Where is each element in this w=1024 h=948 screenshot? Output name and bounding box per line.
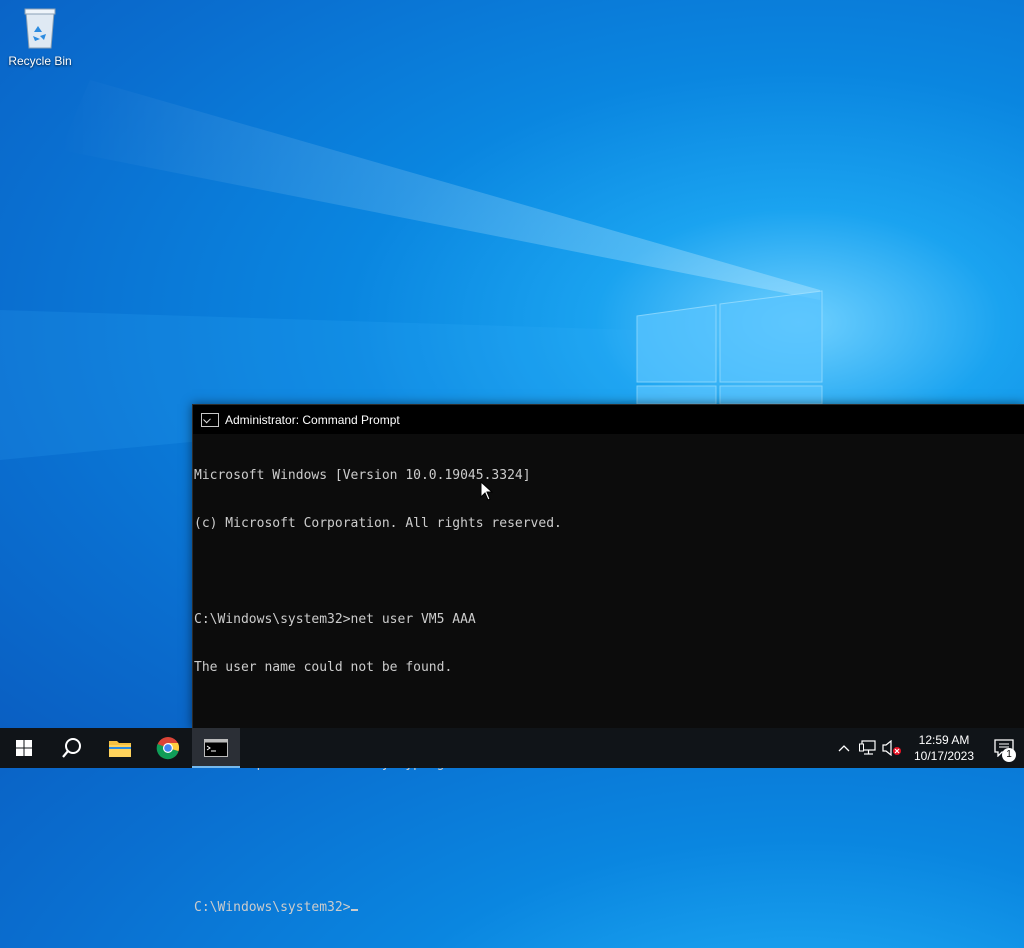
clock-time: 12:59 AM (918, 733, 970, 747)
console-prompt-line[interactable]: C:\Windows\system32> (194, 900, 1024, 916)
taskbar: 12:59 AM 10/17/2023 1 (0, 728, 1024, 768)
mouse-pointer-icon (480, 481, 494, 501)
action-center-button[interactable]: 1 (984, 728, 1024, 768)
cmd-icon (201, 412, 219, 427)
start-button[interactable] (0, 728, 48, 768)
windows-logo-icon (16, 740, 32, 756)
network-button[interactable] (856, 728, 880, 768)
cmd-icon (204, 739, 228, 757)
network-icon (859, 740, 876, 755)
command-prompt-window[interactable]: Administrator: Command Prompt Microsoft … (192, 404, 1024, 915)
console-output[interactable]: Microsoft Windows [Version 10.0.19045.33… (193, 434, 1024, 948)
desktop-icon-label: Recycle Bin (8, 54, 72, 68)
chrome-icon (156, 737, 180, 760)
taskbar-clock[interactable]: 12:59 AM 10/17/2023 (904, 732, 984, 764)
text-caret (350, 909, 358, 911)
show-hidden-icons-button[interactable] (832, 728, 856, 768)
chevron-up-icon (838, 745, 850, 752)
console-line: (c) Microsoft Corporation. All rights re… (194, 516, 562, 531)
file-explorer-button[interactable] (96, 728, 144, 768)
search-icon (62, 738, 81, 758)
chrome-button[interactable] (144, 728, 192, 768)
folder-icon (109, 741, 131, 757)
window-titlebar[interactable]: Administrator: Command Prompt (193, 405, 1024, 434)
window-title: Administrator: Command Prompt (225, 412, 400, 427)
desktop-icon-recycle-bin[interactable]: Recycle Bin (4, 6, 76, 68)
console-line: The user name could not be found. (194, 660, 453, 675)
clock-date: 10/17/2023 (913, 749, 975, 763)
console-line: Microsoft Windows [Version 10.0.19045.33… (194, 468, 531, 483)
windows-wallpaper-logo (636, 290, 823, 405)
console-prompt: C:\Windows\system32> (194, 900, 351, 915)
system-tray: 12:59 AM 10/17/2023 1 (832, 728, 1024, 768)
volume-button[interactable] (880, 728, 904, 768)
notification-count-badge: 1 (1002, 748, 1016, 762)
volume-muted-icon (882, 740, 901, 756)
search-button[interactable] (48, 728, 96, 768)
console-line: C:\Windows\system32>net user VM5 AAA (194, 612, 476, 627)
recycle-bin-icon (20, 6, 60, 50)
command-prompt-button[interactable] (192, 728, 240, 768)
